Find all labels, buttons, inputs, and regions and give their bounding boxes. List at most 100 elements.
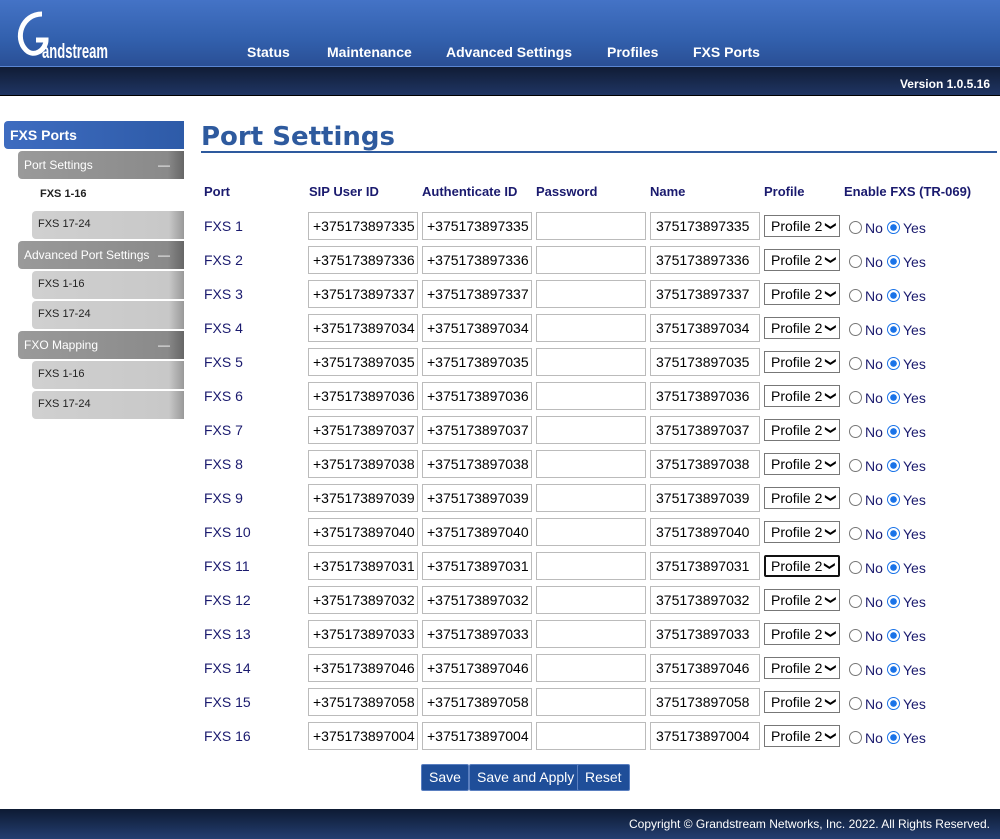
- enable-yes-radio[interactable]: [887, 561, 900, 574]
- sidebar-item-port-settings-fxs-1-16[interactable]: FXS 1-16: [32, 181, 184, 209]
- password-input[interactable]: [536, 382, 646, 410]
- enable-yes-radio[interactable]: [887, 255, 900, 268]
- profile-select[interactable]: Profile 2 ❯: [764, 385, 840, 407]
- reset-button[interactable]: Reset: [577, 764, 630, 791]
- enable-no-radio[interactable]: [849, 221, 862, 234]
- name-input[interactable]: [650, 586, 760, 614]
- enable-no-radio[interactable]: [849, 561, 862, 574]
- profile-select[interactable]: Profile 2 ❯: [764, 317, 840, 339]
- authenticate-id-input[interactable]: +375173897040: [422, 518, 532, 546]
- enable-yes-radio[interactable]: [887, 289, 900, 302]
- enable-no-radio[interactable]: [849, 663, 862, 676]
- sip-user-id-input[interactable]: +375173897058: [308, 688, 418, 716]
- profile-select[interactable]: Profile 2 ❯: [764, 555, 840, 577]
- password-input[interactable]: [536, 688, 646, 716]
- authenticate-id-input[interactable]: +375173897337: [422, 280, 532, 308]
- authenticate-id-input[interactable]: +375173897335: [422, 212, 532, 240]
- name-input[interactable]: [650, 654, 760, 682]
- password-input[interactable]: [536, 416, 646, 444]
- profile-select[interactable]: Profile 2 ❯: [764, 725, 840, 747]
- name-input[interactable]: [650, 314, 760, 342]
- enable-no-radio[interactable]: [849, 595, 862, 608]
- authenticate-id-input[interactable]: +375173897039: [422, 484, 532, 512]
- sip-user-id-input[interactable]: +375173897033: [308, 620, 418, 648]
- enable-no-radio[interactable]: [849, 527, 862, 540]
- authenticate-id-input[interactable]: +375173897034: [422, 314, 532, 342]
- enable-no-radio[interactable]: [849, 629, 862, 642]
- profile-select[interactable]: Profile 2 ❯: [764, 589, 840, 611]
- sip-user-id-input[interactable]: +375173897046: [308, 654, 418, 682]
- password-input[interactable]: [536, 586, 646, 614]
- sip-user-id-input[interactable]: +375173897037: [308, 416, 418, 444]
- save-button[interactable]: Save: [421, 764, 469, 791]
- sip-user-id-input[interactable]: +375173897031: [308, 552, 418, 580]
- name-input[interactable]: [650, 518, 760, 546]
- name-input[interactable]: [650, 212, 760, 240]
- enable-yes-radio[interactable]: [887, 663, 900, 676]
- enable-no-radio[interactable]: [849, 731, 862, 744]
- name-input[interactable]: [650, 348, 760, 376]
- name-input[interactable]: [650, 722, 760, 750]
- name-input[interactable]: [650, 246, 760, 274]
- authenticate-id-input[interactable]: +375173897038: [422, 450, 532, 478]
- enable-no-radio[interactable]: [849, 323, 862, 336]
- enable-yes-radio[interactable]: [887, 731, 900, 744]
- sip-user-id-input[interactable]: +375173897032: [308, 586, 418, 614]
- enable-no-radio[interactable]: [849, 255, 862, 268]
- profile-select[interactable]: Profile 2 ❯: [764, 657, 840, 679]
- authenticate-id-input[interactable]: +375173897036: [422, 382, 532, 410]
- enable-yes-radio[interactable]: [887, 357, 900, 370]
- enable-yes-radio[interactable]: [887, 391, 900, 404]
- authenticate-id-input[interactable]: +375173897035: [422, 348, 532, 376]
- authenticate-id-input[interactable]: +375173897336: [422, 246, 532, 274]
- name-input[interactable]: [650, 416, 760, 444]
- enable-no-radio[interactable]: [849, 425, 862, 438]
- save-and-apply-button[interactable]: Save and Apply: [469, 764, 583, 791]
- profile-select[interactable]: Profile 2 ❯: [764, 453, 840, 475]
- profile-select[interactable]: Profile 2 ❯: [764, 623, 840, 645]
- password-input[interactable]: [536, 212, 646, 240]
- profile-select[interactable]: Profile 2 ❯: [764, 419, 840, 441]
- password-input[interactable]: [536, 620, 646, 648]
- password-input[interactable]: [536, 518, 646, 546]
- password-input[interactable]: [536, 450, 646, 478]
- sip-user-id-input[interactable]: +375173897335: [308, 212, 418, 240]
- enable-no-radio[interactable]: [849, 391, 862, 404]
- name-input[interactable]: [650, 620, 760, 648]
- password-input[interactable]: [536, 484, 646, 512]
- enable-yes-radio[interactable]: [887, 629, 900, 642]
- profile-select[interactable]: Profile 2 ❯: [764, 249, 840, 271]
- enable-yes-radio[interactable]: [887, 527, 900, 540]
- enable-yes-radio[interactable]: [887, 493, 900, 506]
- profile-select[interactable]: Profile 2 ❯: [764, 283, 840, 305]
- sip-user-id-input[interactable]: +375173897039: [308, 484, 418, 512]
- nav-advanced-settings[interactable]: Advanced Settings: [446, 44, 572, 60]
- nav-maintenance[interactable]: Maintenance: [327, 44, 412, 60]
- authenticate-id-input[interactable]: +375173897058: [422, 688, 532, 716]
- profile-select[interactable]: Profile 2 ❯: [764, 487, 840, 509]
- enable-no-radio[interactable]: [849, 697, 862, 710]
- authenticate-id-input[interactable]: +375173897032: [422, 586, 532, 614]
- password-input[interactable]: [536, 314, 646, 342]
- sidebar-group-port-settings[interactable]: Port Settings —: [18, 151, 184, 179]
- collapse-icon[interactable]: —: [158, 151, 170, 179]
- enable-no-radio[interactable]: [849, 493, 862, 506]
- name-input[interactable]: [650, 450, 760, 478]
- profile-select[interactable]: Profile 2 ❯: [764, 215, 840, 237]
- password-input[interactable]: [536, 722, 646, 750]
- sip-user-id-input[interactable]: +375173897036: [308, 382, 418, 410]
- password-input[interactable]: [536, 552, 646, 580]
- enable-yes-radio[interactable]: [887, 221, 900, 234]
- nav-status[interactable]: Status: [247, 44, 290, 60]
- name-input[interactable]: [650, 552, 760, 580]
- enable-yes-radio[interactable]: [887, 697, 900, 710]
- profile-select[interactable]: Profile 2 ❯: [764, 521, 840, 543]
- sip-user-id-input[interactable]: +375173897004: [308, 722, 418, 750]
- authenticate-id-input[interactable]: +375173897046: [422, 654, 532, 682]
- authenticate-id-input[interactable]: +375173897033: [422, 620, 532, 648]
- sip-user-id-input[interactable]: +375173897337: [308, 280, 418, 308]
- sip-user-id-input[interactable]: +375173897035: [308, 348, 418, 376]
- password-input[interactable]: [536, 246, 646, 274]
- password-input[interactable]: [536, 348, 646, 376]
- profile-select[interactable]: Profile 2 ❯: [764, 691, 840, 713]
